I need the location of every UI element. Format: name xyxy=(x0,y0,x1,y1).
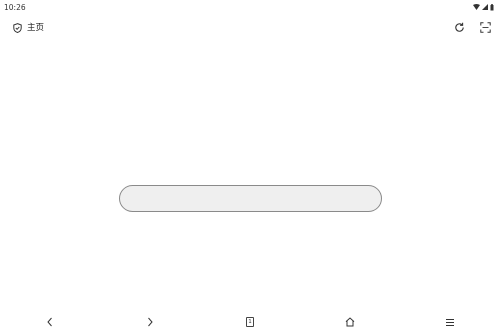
home-label: 主页 xyxy=(27,23,45,33)
refresh-button[interactable] xyxy=(452,20,466,34)
toolbar: 主页 xyxy=(0,18,500,36)
chevron-right-icon xyxy=(146,317,154,327)
chevron-left-icon xyxy=(46,317,54,327)
status-time: 10:26 xyxy=(4,2,26,12)
signal-icon xyxy=(482,4,488,10)
refresh-icon xyxy=(454,22,465,33)
home-button[interactable] xyxy=(342,314,358,330)
shield-icon xyxy=(13,18,22,37)
wifi-icon xyxy=(473,4,480,10)
browser-screen: 10:26 主页 1 xyxy=(0,0,500,333)
status-icons xyxy=(473,3,494,11)
tabs-button[interactable]: 1 xyxy=(242,314,258,330)
tabs-count: 1 xyxy=(246,317,254,327)
menu-button[interactable] xyxy=(442,314,458,330)
search-bar[interactable] xyxy=(119,185,382,212)
menu-icon xyxy=(445,318,455,327)
toolbar-actions xyxy=(452,20,492,34)
home-chip[interactable]: 主页 xyxy=(13,18,44,37)
forward-button[interactable] xyxy=(142,314,158,330)
scan-icon xyxy=(479,21,491,33)
scan-button[interactable] xyxy=(478,20,492,34)
battery-icon xyxy=(490,3,494,11)
search-input[interactable] xyxy=(134,193,367,204)
bottom-nav: 1 xyxy=(0,311,500,333)
status-bar: 10:26 xyxy=(0,0,500,14)
home-icon xyxy=(345,317,355,327)
back-button[interactable] xyxy=(42,314,58,330)
